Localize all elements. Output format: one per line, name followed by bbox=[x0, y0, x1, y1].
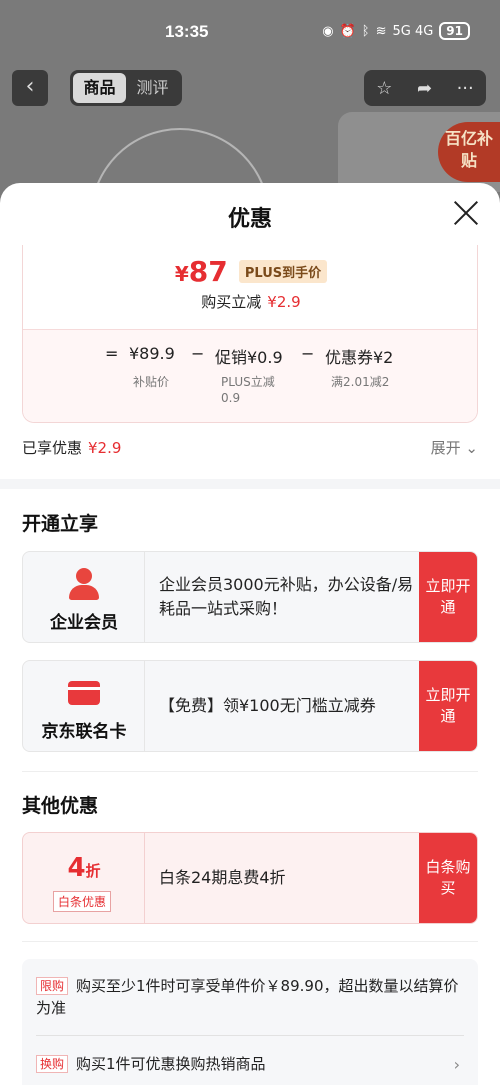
offer-description: 企业会员3000元补贴，办公设备/易耗品一站式采购！ bbox=[159, 575, 414, 618]
rule-tag: 限购 bbox=[36, 977, 69, 995]
section-divider bbox=[0, 479, 500, 489]
baitiao-tag: 白条优惠 bbox=[53, 891, 112, 912]
coupon-amount: 优惠券¥2 bbox=[325, 348, 394, 367]
promo-amount: 促销¥0.9 bbox=[215, 348, 283, 367]
star-icon[interactable]: ☆ bbox=[376, 78, 392, 99]
subsidy-price: ¥89.9 bbox=[129, 344, 175, 363]
divider bbox=[36, 1035, 464, 1036]
offer-name: 企业会员 bbox=[50, 613, 118, 633]
price-card: ¥87 PLUS到手价 购买立减 ¥2.9 = ¥89.9 补贴价 − 促销¥0.… bbox=[22, 245, 478, 423]
offer-name: 京东联名卡 bbox=[41, 722, 127, 742]
baitiao-buy-button[interactable]: 白条购买 bbox=[419, 833, 477, 923]
status-icons: ◉ ⏰ ᛒ ≋ 5G 4G 91 bbox=[322, 22, 470, 40]
offer-description: 【免费】领¥100无门槛立减券 bbox=[159, 696, 376, 715]
offer-enterprise-member: 企业会员 企业会员3000元补贴，办公设备/易耗品一站式采购！ 立即开通 bbox=[22, 551, 478, 643]
divider bbox=[22, 941, 478, 942]
status-time: 13:35 bbox=[165, 22, 209, 41]
promo-label: PLUS立减0.9 bbox=[221, 375, 275, 405]
price-value: ¥87 bbox=[174, 255, 228, 288]
price-breakdown: = ¥89.9 补贴价 − 促销¥0.9 PLUS立减0.9 − 优惠券¥2 满… bbox=[23, 329, 477, 422]
divider bbox=[22, 771, 478, 772]
subsidy-price-label: 补贴价 bbox=[133, 375, 170, 389]
product-tabs: 商品 测评 bbox=[70, 70, 182, 106]
expand-button[interactable]: 展开 ⌄ bbox=[431, 437, 478, 458]
minus-sign: − bbox=[191, 344, 205, 363]
sheet-title: 优惠 bbox=[227, 207, 272, 232]
share-icon[interactable]: ➦ bbox=[417, 78, 432, 99]
discount-sheet: 优惠 ¥87 PLUS到手价 购买立减 ¥2.9 = ¥89.9 补贴价 − 促销… bbox=[0, 183, 500, 1085]
offer-logo: 4折 白条优惠 bbox=[23, 833, 145, 923]
eye-icon: ◉ bbox=[322, 23, 334, 39]
product-nav: ‹ 商品 测评 ☆ ➦ ··· bbox=[0, 68, 500, 108]
alarm-icon: ⏰ bbox=[339, 23, 356, 39]
instant-discount: 购买立减 ¥2.9 bbox=[201, 293, 301, 311]
offer-cobrand-card: 京东联名卡 【免费】领¥100无门槛立减券 立即开通 bbox=[22, 660, 478, 752]
offer-logo: 京东联名卡 bbox=[23, 661, 145, 751]
offer-baitiao: 4折 白条优惠 白条24期息费4折 白条购买 bbox=[22, 832, 478, 924]
plus-price-tag: PLUS到手价 bbox=[238, 260, 328, 283]
discount-fold: 4折 bbox=[67, 853, 101, 883]
nav-actions: ☆ ➦ ··· bbox=[364, 70, 486, 106]
rule-exchange[interactable]: 换购 购买1件可优惠换购热销商品 bbox=[36, 1053, 466, 1075]
equals-sign: = bbox=[105, 344, 119, 363]
subsidy-badge: 百亿补贴 bbox=[438, 122, 500, 182]
rules-box: 限购 购买至少1件时可享受单件价￥89.90，超出数量以结算价为准 换购 购买1件可… bbox=[22, 959, 478, 1085]
network-label: 5G 4G bbox=[392, 23, 434, 39]
back-button[interactable]: ‹ bbox=[12, 70, 48, 106]
status-bar: 13:35 ◉ ⏰ ᛒ ≋ 5G 4G 91 bbox=[0, 0, 500, 64]
open-section-title: 开通立享 bbox=[22, 513, 99, 535]
wifi-icon: ≋ bbox=[375, 23, 387, 39]
rule-text: 购买至少1件时可享受单件价￥89.90，超出数量以结算价为准 bbox=[36, 977, 459, 1017]
enterprise-user-icon bbox=[67, 568, 101, 602]
other-section-title: 其他优惠 bbox=[22, 795, 99, 817]
open-now-button[interactable]: 立即开通 bbox=[419, 552, 477, 642]
credit-card-icon bbox=[68, 681, 100, 705]
offer-description: 白条24期息费4折 bbox=[159, 868, 286, 887]
offer-logo: 企业会员 bbox=[23, 552, 145, 642]
tab-product[interactable]: 商品 bbox=[73, 73, 126, 103]
close-icon[interactable] bbox=[452, 199, 480, 227]
chevron-down-icon: ⌄ bbox=[465, 439, 478, 457]
chevron-right-icon[interactable]: › bbox=[454, 1055, 460, 1074]
enjoyed-discount: 已享优惠 ¥2.9 bbox=[22, 439, 122, 457]
rule-limit: 限购 购买至少1件时可享受单件价￥89.90，超出数量以结算价为准 bbox=[36, 975, 466, 1019]
tab-review[interactable]: 测评 bbox=[126, 73, 179, 103]
coupon-label: 满2.01减2 bbox=[331, 375, 390, 389]
rule-tag: 换购 bbox=[36, 1055, 69, 1073]
open-now-button[interactable]: 立即开通 bbox=[419, 661, 477, 751]
more-icon[interactable]: ··· bbox=[457, 78, 474, 99]
battery-indicator: 91 bbox=[439, 22, 470, 40]
bluetooth-icon: ᛒ bbox=[361, 23, 370, 39]
rule-text: 购买1件可优惠换购热销商品 bbox=[76, 1055, 266, 1073]
minus-sign: − bbox=[301, 344, 315, 363]
final-price: ¥87 PLUS到手价 bbox=[23, 255, 479, 288]
